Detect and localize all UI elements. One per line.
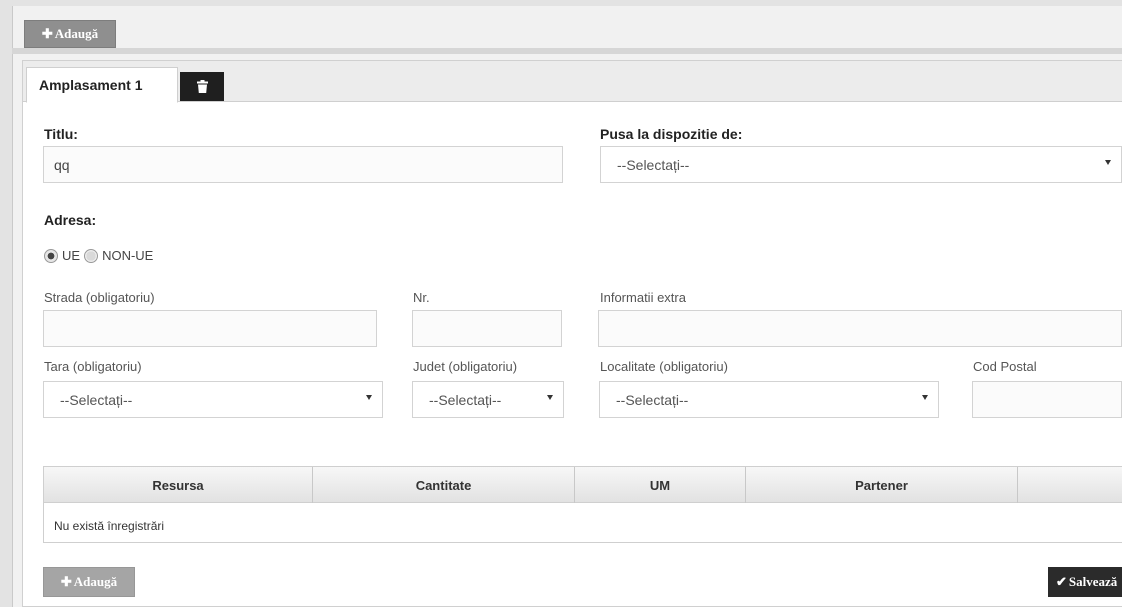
cod-postal-input[interactable] <box>972 381 1122 418</box>
localitate-label: Localitate (obligatoriu) <box>600 359 728 374</box>
check-icon: ✔ <box>1056 574 1067 589</box>
caret-down-icon <box>547 395 553 400</box>
pusa-label: Pusa la dispozitie de: <box>600 126 743 142</box>
localitate-select[interactable]: --Selectați-- <box>599 381 939 418</box>
column-cantitate[interactable]: Cantitate <box>313 467 575 503</box>
save-label: Salvează <box>1068 574 1118 589</box>
toolbar-divider <box>12 48 1122 54</box>
column-actions <box>1018 467 1122 503</box>
titlu-label: Titlu: <box>44 126 78 142</box>
column-resursa[interactable]: Resursa <box>44 467 313 503</box>
tara-select[interactable]: --Selectați-- <box>43 381 383 418</box>
top-add-label: Adaugă <box>54 26 99 41</box>
tara-value: --Selectați-- <box>60 391 133 408</box>
radio-non-ue-label: NON-UE <box>102 248 154 263</box>
info-label: Informatii extra <box>600 290 686 305</box>
tab-label: Amplasament 1 <box>39 77 143 93</box>
column-um[interactable]: UM <box>575 467 746 503</box>
region-radio-group: UE NON-UE <box>44 248 153 263</box>
radio-ue-label: UE <box>62 248 81 263</box>
resources-table: Resursa Cantitate UM Partener Nu există … <box>43 466 1122 543</box>
pusa-value: --Selectați-- <box>617 156 690 173</box>
caret-down-icon <box>1105 160 1111 165</box>
table-header: Resursa Cantitate UM Partener <box>44 467 1122 503</box>
radio-non-ue[interactable] <box>84 248 99 263</box>
pusa-select[interactable]: --Selectați-- <box>600 146 1122 183</box>
judet-select[interactable]: --Selectați-- <box>412 381 564 418</box>
judet-label: Judet (obligatoriu) <box>413 359 518 374</box>
radio-ue[interactable] <box>44 248 58 263</box>
titlu-input[interactable]: qq <box>43 146 563 183</box>
nr-input[interactable] <box>412 310 562 347</box>
plus-icon: ✚ <box>41 26 53 41</box>
localitate-value: --Selectați-- <box>616 391 689 408</box>
judet-value: --Selectați-- <box>429 391 502 408</box>
column-partener[interactable]: Partener <box>746 467 1018 503</box>
add-resource-label: Adaugă <box>73 574 118 589</box>
tara-label: Tara (obligatoriu) <box>44 359 142 374</box>
plus-icon: ✚ <box>60 574 72 589</box>
save-button[interactable]: ✔ Salvează <box>1048 567 1122 597</box>
caret-down-icon <box>922 395 928 400</box>
titlu-value: qq <box>54 156 70 173</box>
strada-input[interactable] <box>43 310 377 347</box>
delete-tab-button[interactable] <box>180 72 224 101</box>
add-resource-button[interactable]: ✚ Adaugă <box>43 567 135 597</box>
strada-label: Strada (obligatoriu) <box>44 290 155 305</box>
cod-postal-label: Cod Postal <box>973 359 1037 374</box>
nr-label: Nr. <box>413 290 430 305</box>
tab-amplasament-1[interactable]: Amplasament 1 <box>26 67 178 103</box>
info-extra-input[interactable] <box>598 310 1122 347</box>
caret-down-icon <box>366 395 372 400</box>
top-add-button[interactable]: ✚ Adaugă <box>24 20 116 48</box>
empty-table-message: Nu există înregistrări <box>54 519 165 533</box>
adresa-label: Adresa: <box>44 212 97 228</box>
trash-icon <box>196 80 208 93</box>
